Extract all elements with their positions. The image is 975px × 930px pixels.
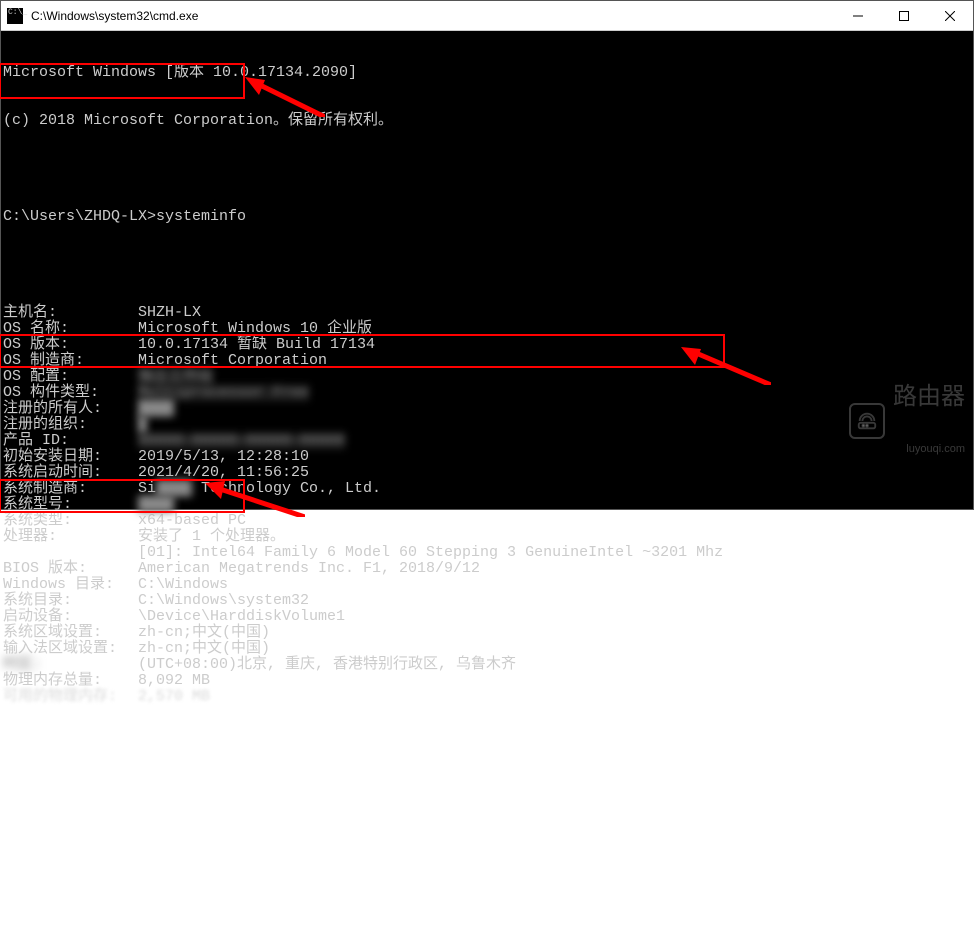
info-value: x64-based PC — [138, 512, 246, 529]
info-value: \Device\HarddiskVolume1 — [138, 608, 345, 625]
info-value: █ — [138, 416, 147, 433]
info-label: 产品 ID: — [3, 433, 138, 449]
close-button[interactable] — [927, 1, 973, 31]
info-value: C:\Windows\system32 — [138, 592, 309, 609]
info-value: C:\Windows — [138, 576, 228, 593]
router-icon — [849, 403, 885, 439]
info-value: (UTC+08:00)北京, 重庆, 香港特别行政区, 乌鲁木齐 — [138, 656, 516, 673]
info-label: 时区: — [3, 657, 138, 673]
info-row: 系统区域设置:zh-cn;中文(中国) — [3, 625, 971, 641]
watermark-text-big: 路由器 — [893, 385, 965, 409]
info-label: 系统类型: — [3, 513, 138, 529]
minimize-button[interactable] — [835, 1, 881, 31]
watermark: 路由器 luyouqi.com — [849, 353, 965, 489]
watermark-text-small: luyouqi.com — [893, 441, 965, 457]
info-label: OS 配置: — [3, 369, 138, 385]
prompt-line: C:\Users\ZHDQ-LX>systeminfo — [3, 209, 971, 225]
info-value: Microsoft Windows 10 企业版 — [138, 320, 372, 337]
info-value: Microsoft Corporation — [138, 352, 327, 369]
cmd-window: C:\Windows\system32\cmd.exe Microsoft Wi… — [0, 0, 974, 510]
info-row: 初始安装日期:2019/5/13, 12:28:10 — [3, 449, 971, 465]
info-row: 注册的组织:█ — [3, 417, 971, 433]
info-label: Windows 目录: — [3, 577, 138, 593]
info-value: ████ — [138, 496, 174, 513]
info-row: OS 版本:10.0.17134 暂缺 Build 17134 — [3, 337, 971, 353]
info-row: 产品 ID:00000-00000-00000-00000 — [3, 433, 971, 449]
banner-line-2: (c) 2018 Microsoft Corporation。保留所有权利。 — [3, 113, 971, 129]
info-row: 启动设备:\Device\HarddiskVolume1 — [3, 609, 971, 625]
info-row: 物理内存总量:8,092 MB — [3, 673, 971, 689]
info-label: 注册的所有人: — [3, 401, 138, 417]
info-value: Multiprocessor Free — [138, 384, 309, 401]
info-value: 2019/5/13, 12:28:10 — [138, 448, 309, 465]
info-row: 系统类型:x64-based PC — [3, 513, 971, 529]
info-label: 可用的物理内存: — [3, 689, 138, 705]
info-value: zh-cn;中文(中国) — [138, 640, 270, 657]
info-value: American Megatrends Inc. F1, 2018/9/12 — [138, 560, 480, 577]
info-value: 10.0.17134 暂缺 Build 17134 — [138, 336, 375, 353]
info-row: 系统制造商:Si████ Technology Co., Ltd. — [3, 481, 971, 497]
info-row: OS 配置:独立工作站 — [3, 369, 971, 385]
info-row: 系统启动时间:2021/4/20, 11:56:25 — [3, 465, 971, 481]
info-label: OS 制造商: — [3, 353, 138, 369]
info-value: 8,092 MB — [138, 672, 210, 689]
info-row: 处理器:安装了 1 个处理器。 — [3, 529, 971, 545]
info-row: 输入法区域设置:zh-cn;中文(中国) — [3, 641, 971, 657]
info-label: BIOS 版本: — [3, 561, 138, 577]
info-value: 独立工作站 — [138, 368, 213, 385]
info-label: 系统启动时间: — [3, 465, 138, 481]
info-row: 注册的所有人:████ — [3, 401, 971, 417]
info-label: 处理器: — [3, 529, 138, 545]
info-row: OS 名称:Microsoft Windows 10 企业版 — [3, 321, 971, 337]
prompt-command: systeminfo — [156, 208, 246, 225]
info-value: 00000-00000-00000-00000 — [138, 432, 345, 449]
info-value: Si████ Technology Co., Ltd. — [138, 480, 381, 497]
terminal-area[interactable]: Microsoft Windows [版本 10.0.17134.2090] (… — [1, 31, 973, 509]
info-row: 时区:(UTC+08:00)北京, 重庆, 香港特别行政区, 乌鲁木齐 — [3, 657, 971, 673]
info-row: BIOS 版本:American Megatrends Inc. F1, 201… — [3, 561, 971, 577]
info-value: zh-cn;中文(中国) — [138, 624, 270, 641]
maximize-button[interactable] — [881, 1, 927, 31]
info-label: OS 版本: — [3, 337, 138, 353]
info-value: SHZH-LX — [138, 304, 201, 321]
prompt-path: C:\Users\ZHDQ-LX> — [3, 208, 156, 225]
info-row: Windows 目录:C:\Windows — [3, 577, 971, 593]
info-value: 2,570 MB — [138, 688, 210, 705]
window-title: C:\Windows\system32\cmd.exe — [29, 9, 835, 23]
info-label: 物理内存总量: — [3, 673, 138, 689]
info-label: 系统目录: — [3, 593, 138, 609]
info-row: [01]: Intel64 Family 6 Model 60 Stepping… — [3, 545, 971, 561]
info-label: 注册的组织: — [3, 417, 138, 433]
info-label: OS 构件类型: — [3, 385, 138, 401]
info-row: OS 构件类型:Multiprocessor Free — [3, 385, 971, 401]
info-value: 安装了 1 个处理器。 — [138, 528, 285, 545]
info-row: OS 制造商:Microsoft Corporation — [3, 353, 971, 369]
info-label: 系统制造商: — [3, 481, 138, 497]
annotation-arrow-1 — [245, 77, 325, 117]
info-row: 系统目录:C:\Windows\system32 — [3, 593, 971, 609]
info-row: 系统型号:████ — [3, 497, 971, 513]
info-label: 启动设备: — [3, 609, 138, 625]
info-label: OS 名称: — [3, 321, 138, 337]
info-value: 2021/4/20, 11:56:25 — [138, 464, 309, 481]
info-label: 输入法区域设置: — [3, 641, 138, 657]
info-value: ████ — [138, 400, 174, 417]
info-row: 主机名:SHZH-LX — [3, 305, 971, 321]
titlebar[interactable]: C:\Windows\system32\cmd.exe — [1, 1, 973, 31]
info-label: 初始安装日期: — [3, 449, 138, 465]
info-label: 系统区域设置: — [3, 625, 138, 641]
info-label: 系统型号: — [3, 497, 138, 513]
info-label: 主机名: — [3, 305, 138, 321]
info-row: 可用的物理内存:2,570 MB — [3, 689, 971, 705]
info-value: [01]: Intel64 Family 6 Model 60 Stepping… — [138, 544, 723, 561]
banner-line-1: Microsoft Windows [版本 10.0.17134.2090] — [3, 65, 971, 81]
cmd-icon — [7, 8, 23, 24]
